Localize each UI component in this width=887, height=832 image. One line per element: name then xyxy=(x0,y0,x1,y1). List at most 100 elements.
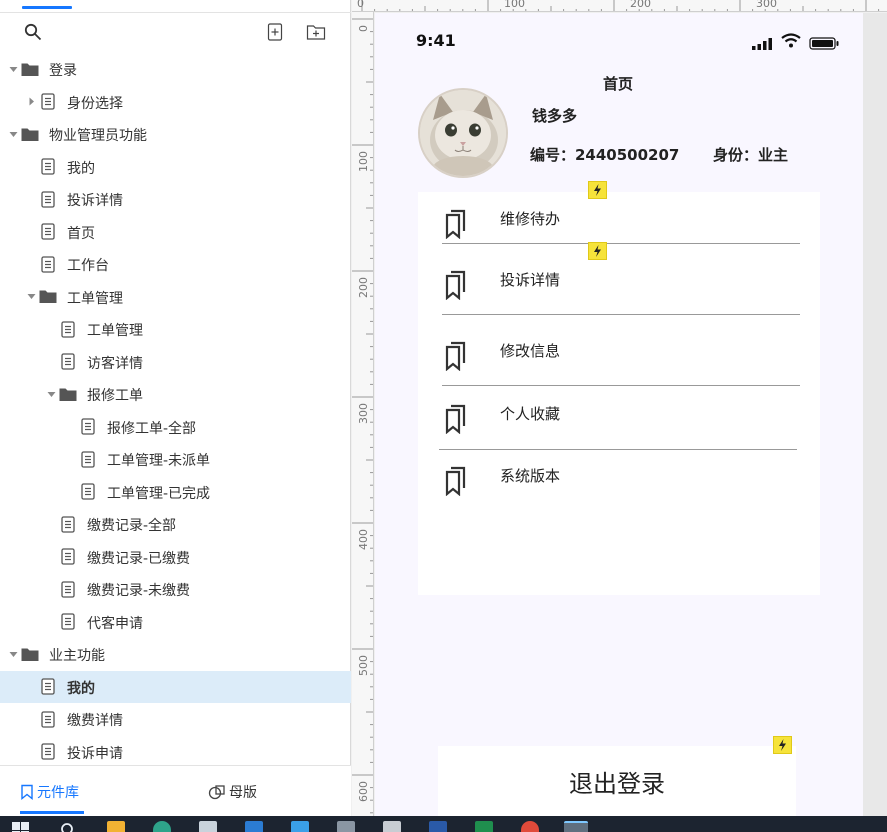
taskbar-search-icon[interactable] xyxy=(60,822,76,832)
menu-divider xyxy=(442,385,800,386)
menu-item-label: 投诉详情 xyxy=(500,271,561,289)
tree-folder[interactable]: 报修工单 xyxy=(0,378,351,411)
masters-icon xyxy=(208,785,225,800)
folder-icon xyxy=(59,385,77,403)
tree-item-label: 身份选择 xyxy=(67,95,123,112)
taskbar-app-icon[interactable] xyxy=(199,821,217,832)
panel-tab-indicator xyxy=(22,6,72,9)
page-icon xyxy=(39,223,57,241)
folder-icon xyxy=(39,288,57,306)
excel-icon[interactable] xyxy=(475,821,493,832)
design-canvas[interactable]: 9:41 首页 钱多多 编号：2440500207 身份：业主 维修待办 投诉详… xyxy=(375,13,863,816)
tree-folder[interactable]: 业主功能 xyxy=(0,638,351,671)
taskbar-app-icon[interactable] xyxy=(337,821,355,832)
menu-item-label: 修改信息 xyxy=(500,342,561,360)
tab-library[interactable]: 元件库 xyxy=(20,782,79,802)
windows-start-icon[interactable] xyxy=(12,822,32,832)
menu-item-system-version[interactable]: 系统版本 xyxy=(418,454,820,514)
folder-icon xyxy=(21,645,39,663)
panel-divider xyxy=(0,12,351,13)
tree-item-label: 工单管理 xyxy=(87,323,143,339)
tree-page[interactable]: 缴费详情 xyxy=(0,703,351,736)
tree-page[interactable]: 缴费记录-已缴费 xyxy=(0,541,351,574)
file-explorer-icon[interactable] xyxy=(107,821,125,832)
tree-page[interactable]: 我的 xyxy=(0,670,351,703)
tree-page[interactable]: 工作台 xyxy=(0,248,351,281)
page-icon xyxy=(59,353,77,371)
search-icon[interactable] xyxy=(23,22,43,42)
tree-item-label: 业主功能 xyxy=(49,648,105,664)
tree-item-label: 缴费详情 xyxy=(67,713,123,729)
chrome-icon[interactable] xyxy=(521,821,539,832)
menu-item-label: 系统版本 xyxy=(500,467,561,485)
ruler-label: 300 xyxy=(357,403,370,424)
browser-edge-icon[interactable] xyxy=(153,821,171,832)
user-name: 钱多多 xyxy=(532,107,578,125)
tree-page[interactable]: 投诉详情 xyxy=(0,183,351,216)
tree-item-label: 物业管理员功能 xyxy=(49,128,147,144)
menu-item-favorites[interactable]: 个人收藏 xyxy=(418,392,820,452)
menu-divider xyxy=(439,449,797,450)
vscode-icon[interactable] xyxy=(245,821,263,832)
cellular-signal-icon xyxy=(752,35,774,54)
tree-folder[interactable]: 物业管理员功能 xyxy=(0,118,351,151)
logout-button[interactable]: 退出登录 xyxy=(438,746,796,816)
caret-down-icon[interactable] xyxy=(26,292,36,302)
tree-page[interactable]: 首页 xyxy=(0,216,351,249)
tree-page[interactable]: 我的 xyxy=(0,151,351,184)
tree-page[interactable]: 身份选择 xyxy=(0,86,351,119)
menu-divider xyxy=(442,243,800,244)
caret-down-icon[interactable] xyxy=(46,389,56,399)
caret-down-icon[interactable] xyxy=(8,129,18,139)
folder-icon xyxy=(21,125,39,143)
tree-page[interactable]: 工单管理-已完成 xyxy=(0,476,351,509)
interaction-lightning-icon[interactable] xyxy=(773,736,792,754)
tree-item-label: 我的 xyxy=(67,160,95,177)
ruler-label: 100 xyxy=(357,151,370,172)
horizontal-ruler: 0 100 200 300 xyxy=(352,0,887,12)
tree-page[interactable]: 工单管理 xyxy=(0,313,351,346)
interaction-lightning-icon[interactable] xyxy=(588,181,607,199)
taskbar-app-icon[interactable] xyxy=(291,821,309,832)
caret-right-icon[interactable] xyxy=(26,97,36,107)
page-tree: 登录 身份选择 物业管理员功能 我的 投诉详情 首页 工作台 工单管理 工单管理 访客详情 报修工单… xyxy=(0,53,351,768)
word-icon[interactable] xyxy=(429,821,447,832)
taskbar-app-icon[interactable] xyxy=(383,821,401,832)
active-tab-underline xyxy=(20,811,84,814)
avatar[interactable] xyxy=(418,88,508,178)
tree-page[interactable]: 代客申请 xyxy=(0,606,351,639)
tree-folder[interactable]: 工单管理 xyxy=(0,281,351,314)
menu-item-label: 个人收藏 xyxy=(500,405,561,423)
menu-item-repair-todo[interactable]: 维修待办 xyxy=(418,197,820,257)
interaction-lightning-icon[interactable] xyxy=(588,242,607,260)
axure-icon[interactable] xyxy=(564,821,588,832)
caret-down-icon[interactable] xyxy=(8,649,18,659)
add-page-icon[interactable] xyxy=(265,22,285,42)
tree-page[interactable]: 缴费记录-全部 xyxy=(0,508,351,541)
tree-item-label: 缴费记录-未缴费 xyxy=(87,583,191,599)
document-icon xyxy=(445,404,466,434)
tree-page[interactable]: 缴费记录-未缴费 xyxy=(0,573,351,606)
document-icon xyxy=(445,341,466,371)
ruler-label: 200 xyxy=(630,0,651,10)
tree-item-label: 投诉申请 xyxy=(67,745,123,762)
tree-folder[interactable]: 登录 xyxy=(0,53,351,86)
user-id: 编号：2440500207 xyxy=(530,146,680,164)
tree-page[interactable]: 投诉申请 xyxy=(0,736,351,769)
ruler-label: 300 xyxy=(756,0,777,10)
tree-item-label: 访客详情 xyxy=(87,355,143,372)
menu-item-complaint-detail[interactable]: 投诉详情 xyxy=(418,258,820,318)
caret-down-icon[interactable] xyxy=(8,64,18,74)
tree-page[interactable]: 工单管理-未派单 xyxy=(0,443,351,476)
ruler-label: 400 xyxy=(357,529,370,550)
tree-page[interactable]: 访客详情 xyxy=(0,346,351,379)
menu-item-edit-info[interactable]: 修改信息 xyxy=(418,329,820,389)
tab-masters[interactable]: 母版 xyxy=(208,782,257,802)
tree-page[interactable]: 报修工单-全部 xyxy=(0,411,351,444)
tab-masters-label: 母版 xyxy=(229,785,257,801)
page-icon xyxy=(39,158,57,176)
bookmark-icon xyxy=(21,784,33,800)
os-taskbar xyxy=(0,816,887,832)
add-folder-icon[interactable] xyxy=(306,22,326,42)
tree-item-label: 工单管理-未派单 xyxy=(107,453,211,469)
